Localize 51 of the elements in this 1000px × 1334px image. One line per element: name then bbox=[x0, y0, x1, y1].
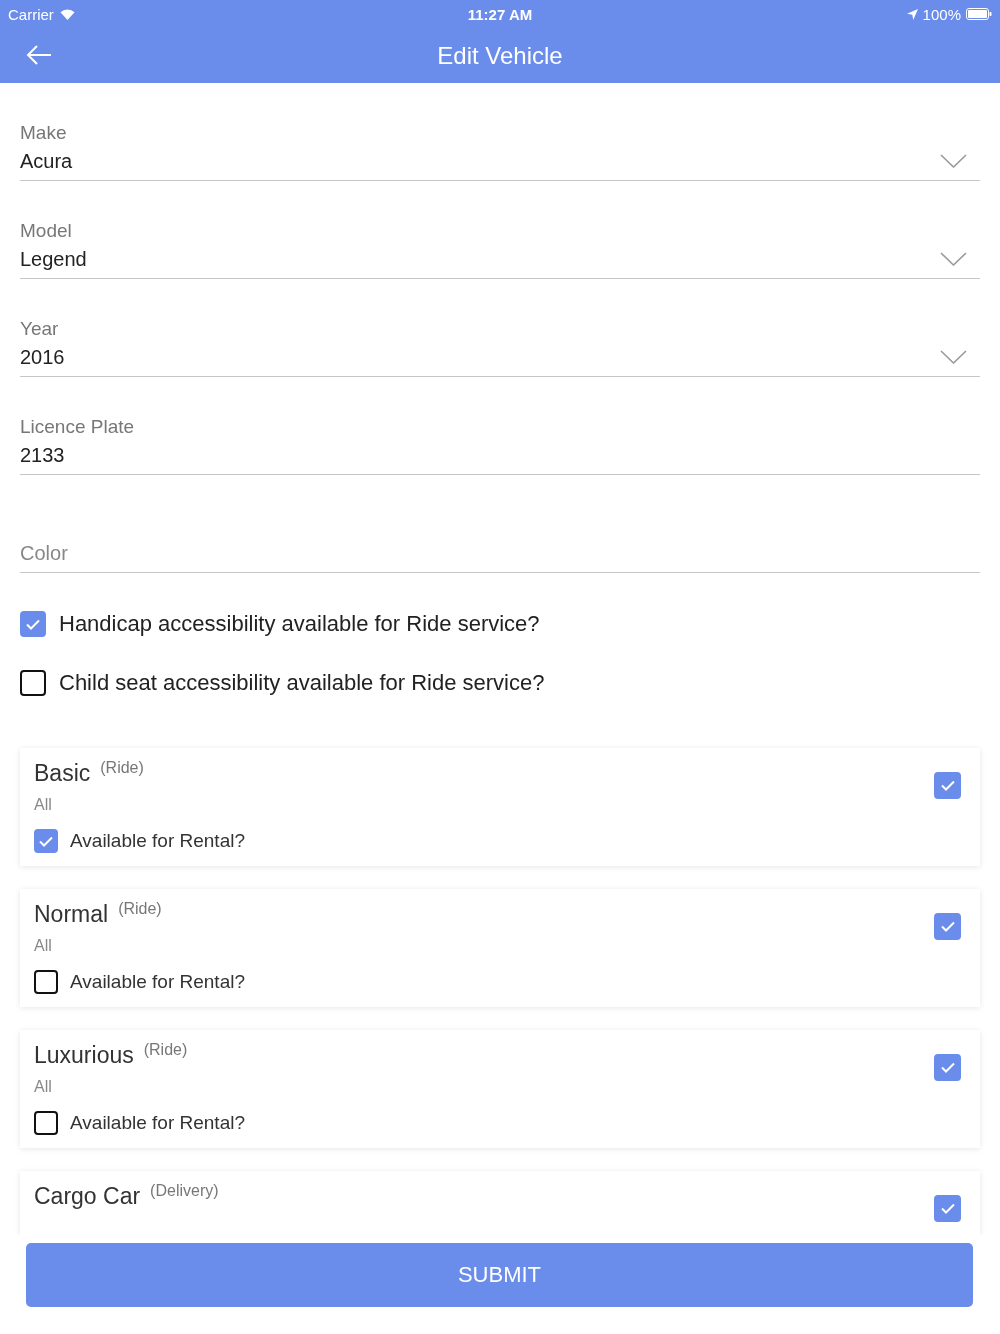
service-scope: All bbox=[34, 936, 52, 956]
check-icon bbox=[940, 921, 955, 932]
select-field[interactable]: Legend bbox=[20, 243, 980, 279]
option-label: Child seat accessibility available for Ride service? bbox=[59, 670, 545, 696]
select-field[interactable]: 2016 bbox=[20, 341, 980, 377]
wifi-icon bbox=[59, 8, 75, 20]
checkbox[interactable] bbox=[934, 772, 961, 799]
page-title: Edit Vehicle bbox=[437, 40, 563, 71]
chevron-down-icon bbox=[940, 154, 967, 168]
status-time: 11:27 AM bbox=[467, 5, 533, 23]
back-arrow-icon[interactable] bbox=[26, 45, 52, 65]
check-icon bbox=[940, 1203, 955, 1214]
rental-label: Available for Rental? bbox=[70, 830, 245, 852]
carrier-name: Carrier bbox=[8, 5, 54, 23]
field-label: Make bbox=[20, 121, 67, 145]
select-field[interactable]: Acura bbox=[20, 145, 980, 181]
service-name: Cargo Car bbox=[34, 1182, 141, 1211]
checkbox[interactable] bbox=[34, 970, 58, 994]
service-name: Normal bbox=[34, 900, 109, 929]
service-type: (Ride) bbox=[143, 1040, 188, 1060]
checkbox[interactable] bbox=[20, 670, 46, 696]
checkbox[interactable] bbox=[20, 611, 46, 637]
checkbox[interactable] bbox=[934, 913, 961, 940]
check-icon bbox=[39, 835, 53, 847]
rental-label: Available for Rental? bbox=[70, 1112, 245, 1134]
option-label: Handicap accessibility available for Ride service? bbox=[59, 611, 540, 637]
location-arrow-icon bbox=[906, 8, 918, 20]
checkbox[interactable] bbox=[934, 1195, 961, 1222]
battery-icon bbox=[966, 8, 992, 20]
service-type: (Delivery) bbox=[150, 1181, 219, 1201]
text-field[interactable]: Color bbox=[20, 537, 980, 573]
chevron-down-icon bbox=[940, 350, 967, 364]
field-label: Model bbox=[20, 219, 72, 243]
service-scope: All bbox=[34, 1077, 52, 1097]
chevron-down-icon bbox=[940, 252, 967, 266]
text-field[interactable]: 2133 bbox=[20, 439, 980, 475]
service-name: Basic bbox=[34, 759, 91, 788]
battery-percentage: 100% bbox=[922, 5, 961, 23]
field-label: Licence Plate bbox=[20, 415, 135, 439]
check-icon bbox=[940, 780, 955, 791]
checkbox[interactable] bbox=[34, 1111, 58, 1135]
service-name: Luxurious bbox=[34, 1041, 134, 1070]
checkbox[interactable] bbox=[34, 829, 58, 853]
service-type: (Ride) bbox=[100, 758, 144, 778]
check-icon bbox=[940, 1062, 955, 1073]
service-scope: All bbox=[34, 795, 52, 815]
rental-label: Available for Rental? bbox=[70, 971, 245, 993]
check-icon bbox=[26, 618, 40, 630]
field-label: Year bbox=[20, 317, 59, 341]
checkbox[interactable] bbox=[934, 1054, 961, 1081]
service-type: (Ride) bbox=[118, 899, 162, 919]
